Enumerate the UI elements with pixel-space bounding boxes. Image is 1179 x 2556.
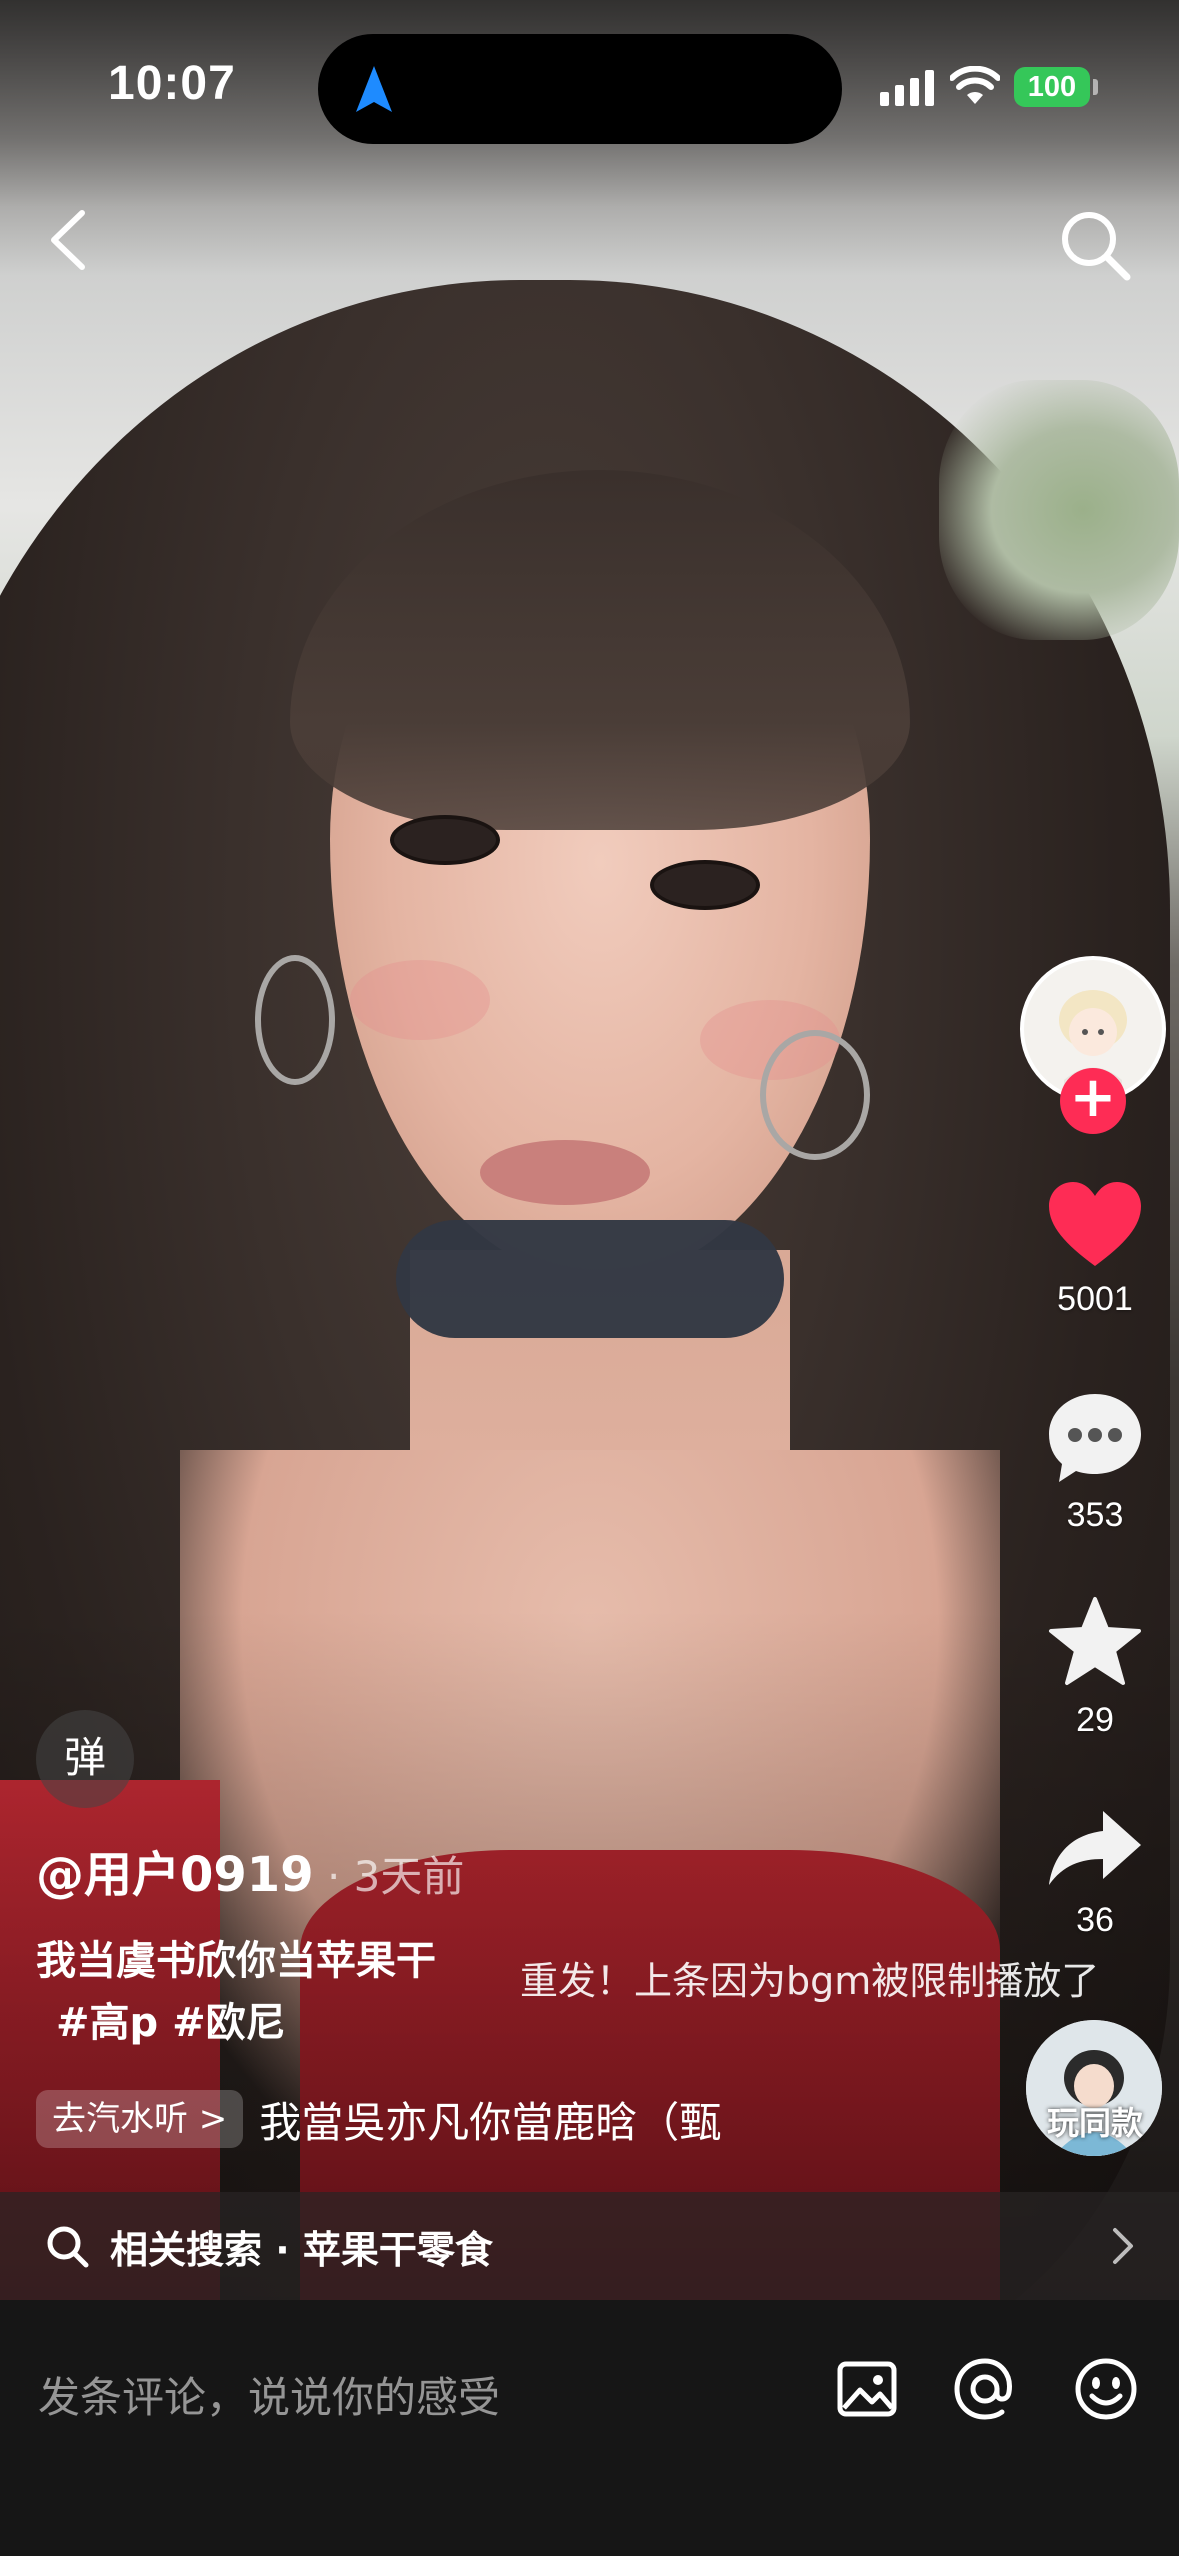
favorite-count: 29	[1076, 1701, 1114, 1739]
center-overlay-pill	[396, 1220, 784, 1338]
music-row: 去汽水听 > 我當吳亦凡你當鹿晗（甄	[36, 2088, 729, 2150]
comment-bar: 发条评论，说说你的感受	[0, 2300, 1179, 2556]
search-icon[interactable]	[1055, 205, 1135, 285]
chevron-right-icon	[1113, 2228, 1133, 2264]
related-search-label: 相关搜索 · 苹果干零食	[110, 2227, 493, 2272]
comment-button[interactable]: 353	[1010, 1390, 1179, 1535]
follow-button[interactable]: +	[1060, 1068, 1126, 1134]
favorite-button[interactable]: 29	[1010, 1595, 1179, 1740]
share-button[interactable]: 36	[1010, 1805, 1179, 1940]
search-icon	[47, 2226, 89, 2268]
at-mention-icon[interactable]	[952, 2356, 1018, 2422]
heart-icon	[1049, 1182, 1141, 1266]
author-line: @用户0919 · 3天前	[36, 1835, 464, 1905]
description-text: 我当虞书欣你当苹果干	[36, 1938, 436, 1984]
video-caption-overlay: 重发！上条因为bgm被限制播放了	[520, 1959, 1100, 2003]
dynamic-island	[318, 34, 842, 144]
separator-dot: ·	[313, 1852, 354, 1901]
like-count: 5001	[1057, 1280, 1133, 1318]
star-icon	[1049, 1597, 1141, 1685]
comment-count: 353	[1066, 1496, 1124, 1534]
signal-icon	[880, 70, 934, 106]
back-chevron-icon[interactable]	[40, 205, 100, 275]
share-arrow-icon	[1049, 1811, 1141, 1885]
share-count: 36	[1076, 1901, 1114, 1939]
battery-icon: 100	[1014, 67, 1090, 107]
status-time: 10:07	[108, 57, 236, 110]
music-title[interactable]: 我當吳亦凡你當鹿晗（甄	[259, 2089, 729, 2150]
like-button[interactable]: 5001	[1010, 1180, 1179, 1319]
related-search-bar[interactable]: 相关搜索 · 苹果干零食	[0, 2192, 1179, 2300]
music-app-chip[interactable]: 去汽水听 >	[36, 2090, 244, 2148]
wifi-icon	[950, 66, 1000, 104]
comment-bubble-icon	[1049, 1394, 1141, 1482]
image-icon[interactable]	[834, 2356, 900, 2422]
danmu-toggle-button[interactable]: 弹	[36, 1710, 134, 1808]
author-name[interactable]: @用户0919	[36, 1847, 314, 1903]
emoji-icon[interactable]	[1073, 2356, 1139, 2422]
battery-cap	[1093, 79, 1098, 95]
comment-input[interactable]: 发条评论，说说你的感受	[38, 2364, 500, 2425]
navigation-arrow-icon	[356, 66, 392, 112]
post-time: 3天前	[353, 1852, 465, 1901]
status-bar: 10:07 100	[0, 0, 1179, 170]
music-label[interactable]: 玩同款	[1010, 2098, 1179, 2144]
